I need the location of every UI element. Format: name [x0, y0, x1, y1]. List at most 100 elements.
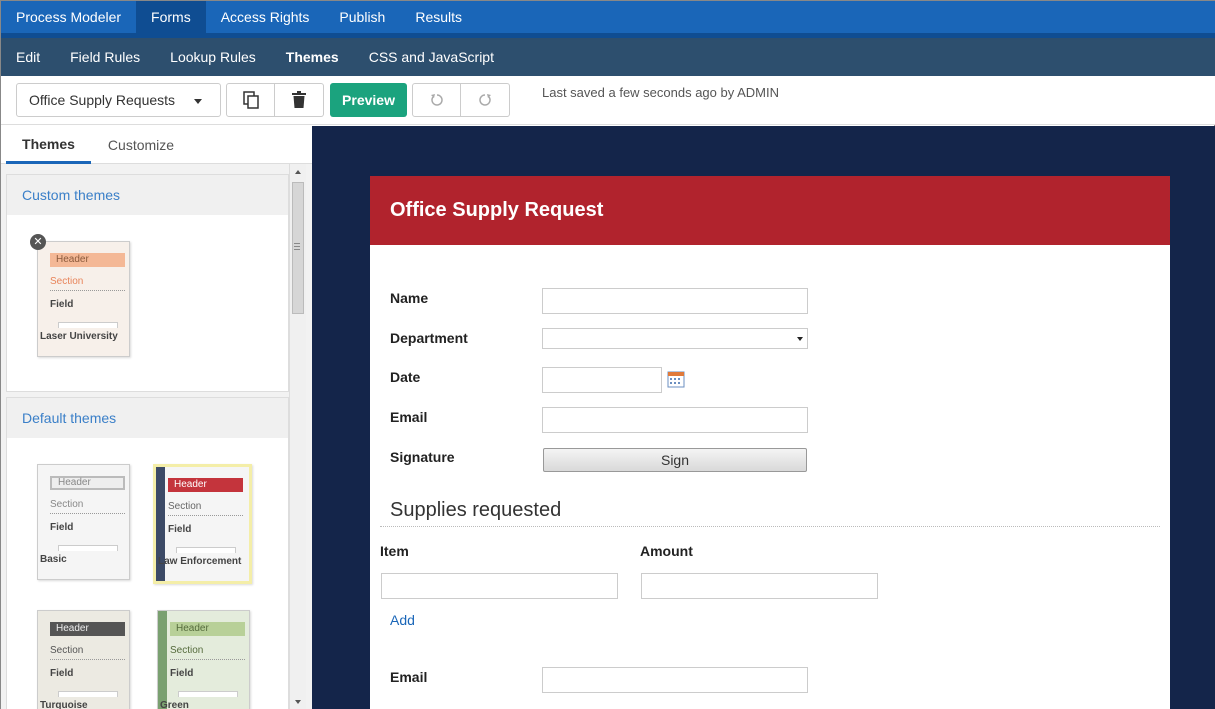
label-department: Department	[390, 330, 468, 346]
theme-preview-box	[176, 547, 236, 553]
subnav-field-rules[interactable]: Field Rules	[55, 38, 155, 76]
email-input-2[interactable]	[542, 667, 808, 693]
theme-preview-field: Field	[50, 522, 74, 533]
toolbar: Office Supply Requests Preview Last save…	[1, 76, 1215, 125]
theme-preview-field: Field	[168, 524, 192, 535]
theme-preview-header: Header	[168, 478, 243, 492]
form-title: Office Supply Request	[370, 176, 1170, 245]
subnav-edit[interactable]: Edit	[1, 38, 55, 76]
theme-card-turquoise[interactable]: Header Section Field Turquoise	[37, 610, 130, 709]
name-input[interactable]	[542, 288, 808, 314]
theme-preview-divider	[50, 659, 125, 660]
theme-preview-field: Field	[50, 299, 74, 310]
tab-customize[interactable]: Customize	[91, 126, 191, 164]
theme-preview-divider	[50, 290, 125, 291]
theme-card-laser-university[interactable]: ✕ Header Section Field Laser University	[30, 234, 130, 357]
subnav-css-js[interactable]: CSS and JavaScript	[354, 38, 509, 76]
last-saved-status: Last saved a few seconds ago by ADMIN	[542, 85, 780, 100]
tab-themes[interactable]: Themes	[6, 126, 91, 164]
nav-results[interactable]: Results	[400, 1, 477, 33]
remove-theme-icon[interactable]: ✕	[30, 234, 46, 250]
undo-icon	[430, 94, 443, 106]
theme-preview-section: Section	[50, 276, 84, 287]
history-group	[412, 83, 510, 117]
themes-list: Custom themes ✕ Header Section Field Las…	[1, 164, 312, 709]
theme-preview-divider	[170, 659, 245, 660]
top-nav: Process Modeler Forms Access Rights Publ…	[1, 1, 1215, 38]
caret-down-icon	[797, 337, 803, 341]
theme-name: Laser University	[40, 331, 118, 342]
date-input[interactable]	[542, 367, 662, 393]
scroll-down-icon[interactable]	[295, 700, 301, 704]
nav-process-modeler[interactable]: Process Modeler	[1, 1, 136, 33]
redo-icon	[479, 94, 491, 106]
theme-preview-header: Header	[50, 622, 125, 636]
caret-down-icon	[194, 99, 202, 104]
theme-name: Basic	[40, 554, 67, 565]
theme-preview-header: Header	[50, 476, 125, 490]
department-select[interactable]	[542, 328, 808, 349]
form-preview-canvas: Office Supply Request Name Department Da…	[312, 126, 1215, 709]
label-date: Date	[390, 369, 421, 385]
theme-name: Law Enforcement	[158, 556, 242, 567]
label-amount: Amount	[640, 543, 693, 559]
theme-preview-box	[58, 322, 118, 328]
supplies-section-title: Supplies requested	[390, 499, 562, 521]
theme-preview-header: Header	[50, 253, 125, 267]
theme-card-law-enforcement[interactable]: Header Section Field Law Enforcement	[153, 464, 252, 584]
delete-button[interactable]	[275, 83, 324, 117]
section-divider	[380, 526, 1160, 527]
label-name: Name	[390, 290, 429, 306]
theme-preview-section: Section	[170, 645, 204, 656]
theme-preview-divider	[50, 513, 125, 514]
scroll-up-icon[interactable]	[295, 170, 301, 174]
preview-button[interactable]: Preview	[330, 83, 407, 117]
sign-button[interactable]: Sign	[543, 448, 807, 472]
theme-preview-strip	[158, 611, 167, 709]
theme-name: Green	[160, 700, 189, 709]
undo-button[interactable]	[412, 83, 461, 117]
email-input[interactable]	[542, 407, 808, 433]
scroll-grip-icon	[294, 243, 300, 250]
theme-preview-section: Section	[168, 501, 202, 512]
subnav-lookup-rules[interactable]: Lookup Rules	[155, 38, 271, 76]
nav-publish[interactable]: Publish	[324, 1, 400, 33]
panel-scrollbar[interactable]	[289, 164, 306, 709]
theme-card-green[interactable]: Header Section Field Green	[157, 610, 250, 709]
custom-themes-section: Custom themes ✕ Header Section Field Las…	[6, 174, 289, 392]
default-themes-section: Default themes Header Section Field Basi…	[6, 397, 289, 709]
form-select-dropdown[interactable]: Office Supply Requests	[16, 83, 221, 117]
label-item: Item	[380, 543, 409, 559]
theme-preview-section: Section	[50, 499, 84, 510]
label-email: Email	[390, 409, 428, 425]
theme-preview-section: Section	[50, 645, 84, 656]
nav-forms[interactable]: Forms	[136, 1, 206, 33]
theme-preview-divider	[168, 515, 243, 516]
theme-card-basic[interactable]: Header Section Field Basic	[37, 464, 130, 580]
form-preview: Office Supply Request Name Department Da…	[370, 176, 1170, 709]
themes-panel: Themes Customize Custom themes ✕ Header …	[1, 126, 312, 709]
subnav-themes[interactable]: Themes	[271, 38, 354, 76]
form-select-value: Office Supply Requests	[29, 92, 176, 108]
redo-button[interactable]	[461, 83, 510, 117]
amount-input[interactable]	[641, 573, 878, 599]
label-email-2: Email	[390, 669, 428, 685]
label-signature: Signature	[390, 449, 455, 465]
theme-preview-field: Field	[50, 668, 74, 679]
theme-preview-box	[58, 545, 118, 551]
theme-preview-header: Header	[170, 622, 245, 636]
copy-icon	[242, 91, 259, 109]
sub-nav: Edit Field Rules Lookup Rules Themes CSS…	[1, 38, 1215, 76]
default-themes-heading: Default themes	[7, 398, 288, 438]
copy-button[interactable]	[226, 83, 275, 117]
custom-themes-heading: Custom themes	[7, 175, 288, 215]
add-row-link[interactable]: Add	[390, 612, 415, 628]
theme-name: Turquoise	[40, 700, 88, 709]
calendar-icon[interactable]	[667, 370, 685, 388]
theme-preview-box	[178, 691, 238, 697]
panel-tabs: Themes Customize	[1, 126, 312, 164]
theme-preview-box	[58, 691, 118, 697]
nav-access-rights[interactable]: Access Rights	[206, 1, 325, 33]
file-actions-group	[226, 83, 324, 117]
item-input[interactable]	[381, 573, 618, 599]
